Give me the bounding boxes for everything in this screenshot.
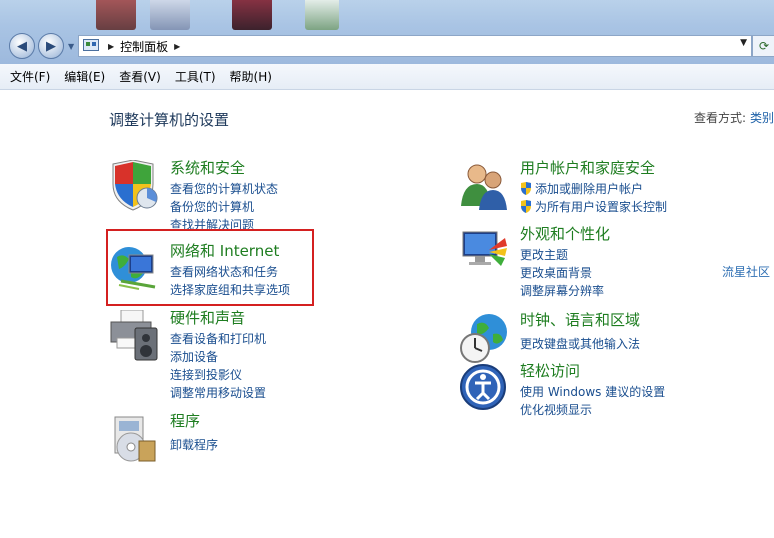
- main-content: 调整计算机的设置 查看方式: 类别 系统和安全 查看您的计算机状态 备份您的计算机…: [0, 90, 774, 538]
- menu-tools[interactable]: 工具(T): [175, 68, 216, 85]
- back-button[interactable]: ◀: [9, 33, 35, 59]
- view-network-status-link[interactable]: 查看网络状态和任务: [170, 263, 278, 280]
- user-accounts-heading[interactable]: 用户帐户和家庭安全: [520, 157, 655, 178]
- connect-projector-link[interactable]: 连接到投影仪: [170, 366, 242, 383]
- programs-heading[interactable]: 程序: [170, 410, 200, 431]
- page-title: 调整计算机的设置: [109, 111, 230, 129]
- programs-icon: [114, 416, 156, 462]
- menu-edit[interactable]: 编辑(E): [64, 68, 105, 85]
- uac-shield-icon: [521, 200, 531, 213]
- clock-language-region-heading[interactable]: 时钟、语言和区域: [520, 309, 640, 330]
- printer-speaker-icon: [110, 310, 158, 361]
- homegroup-sharing-link[interactable]: 选择家庭组和共享选项: [170, 281, 290, 298]
- thumbnail[interactable]: [305, 0, 339, 30]
- shield-icon: [112, 160, 158, 211]
- history-dropdown-icon[interactable]: ▼: [68, 42, 74, 51]
- thumbnail[interactable]: [232, 0, 272, 30]
- clock-globe-icon: [460, 314, 507, 363]
- ease-of-access-icon: [460, 364, 506, 410]
- taskbar-thumbnails: [0, 0, 774, 30]
- appearance-icon: [462, 231, 507, 266]
- forward-button[interactable]: ▶: [38, 33, 64, 59]
- breadcrumb-chevron-icon[interactable]: ▶: [174, 42, 180, 51]
- menu-help[interactable]: 帮助(H): [230, 68, 272, 85]
- breadcrumb-chevron-icon[interactable]: ▶: [108, 42, 114, 51]
- recommended-settings-link[interactable]: 使用 Windows 建议的设置: [520, 383, 665, 400]
- control-panel-icon: [83, 39, 99, 51]
- add-device-link[interactable]: 添加设备: [170, 348, 218, 365]
- change-keyboard-link[interactable]: 更改键盘或其他输入法: [520, 335, 640, 352]
- add-remove-accounts-label[interactable]: 添加或删除用户帐户: [535, 182, 643, 196]
- parental-controls-label[interactable]: 为所有用户设置家长控制: [535, 200, 667, 214]
- backup-computer-link[interactable]: 备份您的计算机: [170, 198, 254, 215]
- view-computer-status-link[interactable]: 查看您的计算机状态: [170, 180, 278, 197]
- arrow-right-icon: ▶: [46, 38, 56, 54]
- view-by-value[interactable]: 类别: [750, 111, 774, 125]
- refresh-button[interactable]: ⟳: [752, 35, 774, 57]
- menu-file[interactable]: 文件(F): [10, 68, 50, 85]
- system-security-heading[interactable]: 系统和安全: [170, 157, 245, 178]
- view-by-label: 查看方式:: [694, 111, 747, 125]
- change-theme-link[interactable]: 更改主题: [520, 246, 568, 263]
- change-desktop-background-link[interactable]: 更改桌面背景: [520, 264, 592, 281]
- menu-bar: 文件(F) 编辑(E) 查看(V) 工具(T) 帮助(H): [0, 64, 774, 90]
- adjust-resolution-link[interactable]: 调整屏幕分辨率: [520, 282, 604, 299]
- side-community-link[interactable]: 流星社区: [722, 263, 770, 280]
- appearance-heading[interactable]: 外观和个性化: [520, 223, 610, 244]
- uac-shield-icon: [521, 182, 531, 195]
- navigation-buttons: ◀ ▶ ▼: [9, 33, 74, 59]
- ease-of-access-heading[interactable]: 轻松访问: [520, 360, 580, 381]
- refresh-icon: ⟳: [758, 39, 770, 53]
- network-globe-icon: [111, 247, 156, 290]
- menu-view[interactable]: 查看(V): [119, 68, 161, 85]
- address-dropdown-icon[interactable]: ▼: [740, 38, 747, 48]
- thumbnail[interactable]: [150, 0, 190, 30]
- mobility-settings-link[interactable]: 调整常用移动设置: [170, 384, 266, 401]
- troubleshoot-link[interactable]: 查找并解决问题: [170, 216, 254, 233]
- breadcrumb-control-panel[interactable]: 控制面板: [120, 38, 168, 55]
- uninstall-program-link[interactable]: 卸载程序: [170, 436, 218, 453]
- optimize-display-link[interactable]: 优化视频显示: [520, 401, 592, 418]
- parental-controls-link[interactable]: 为所有用户设置家长控制: [520, 198, 667, 215]
- window-title-bar: ◀ ▶ ▼ ▶ 控制面板 ▶ ▼ ⟳: [0, 0, 774, 64]
- address-bar[interactable]: ▶ 控制面板 ▶ ▼: [78, 35, 752, 57]
- users-icon: [461, 164, 507, 210]
- network-internet-heading[interactable]: 网络和 Internet: [170, 240, 279, 261]
- thumbnail[interactable]: [96, 0, 136, 30]
- view-by: 查看方式: 类别: [694, 109, 774, 126]
- hardware-sound-heading[interactable]: 硬件和声音: [170, 307, 245, 328]
- add-remove-accounts-link[interactable]: 添加或删除用户帐户: [520, 180, 643, 197]
- devices-printers-link[interactable]: 查看设备和打印机: [170, 330, 266, 347]
- arrow-left-icon: ◀: [17, 38, 27, 54]
